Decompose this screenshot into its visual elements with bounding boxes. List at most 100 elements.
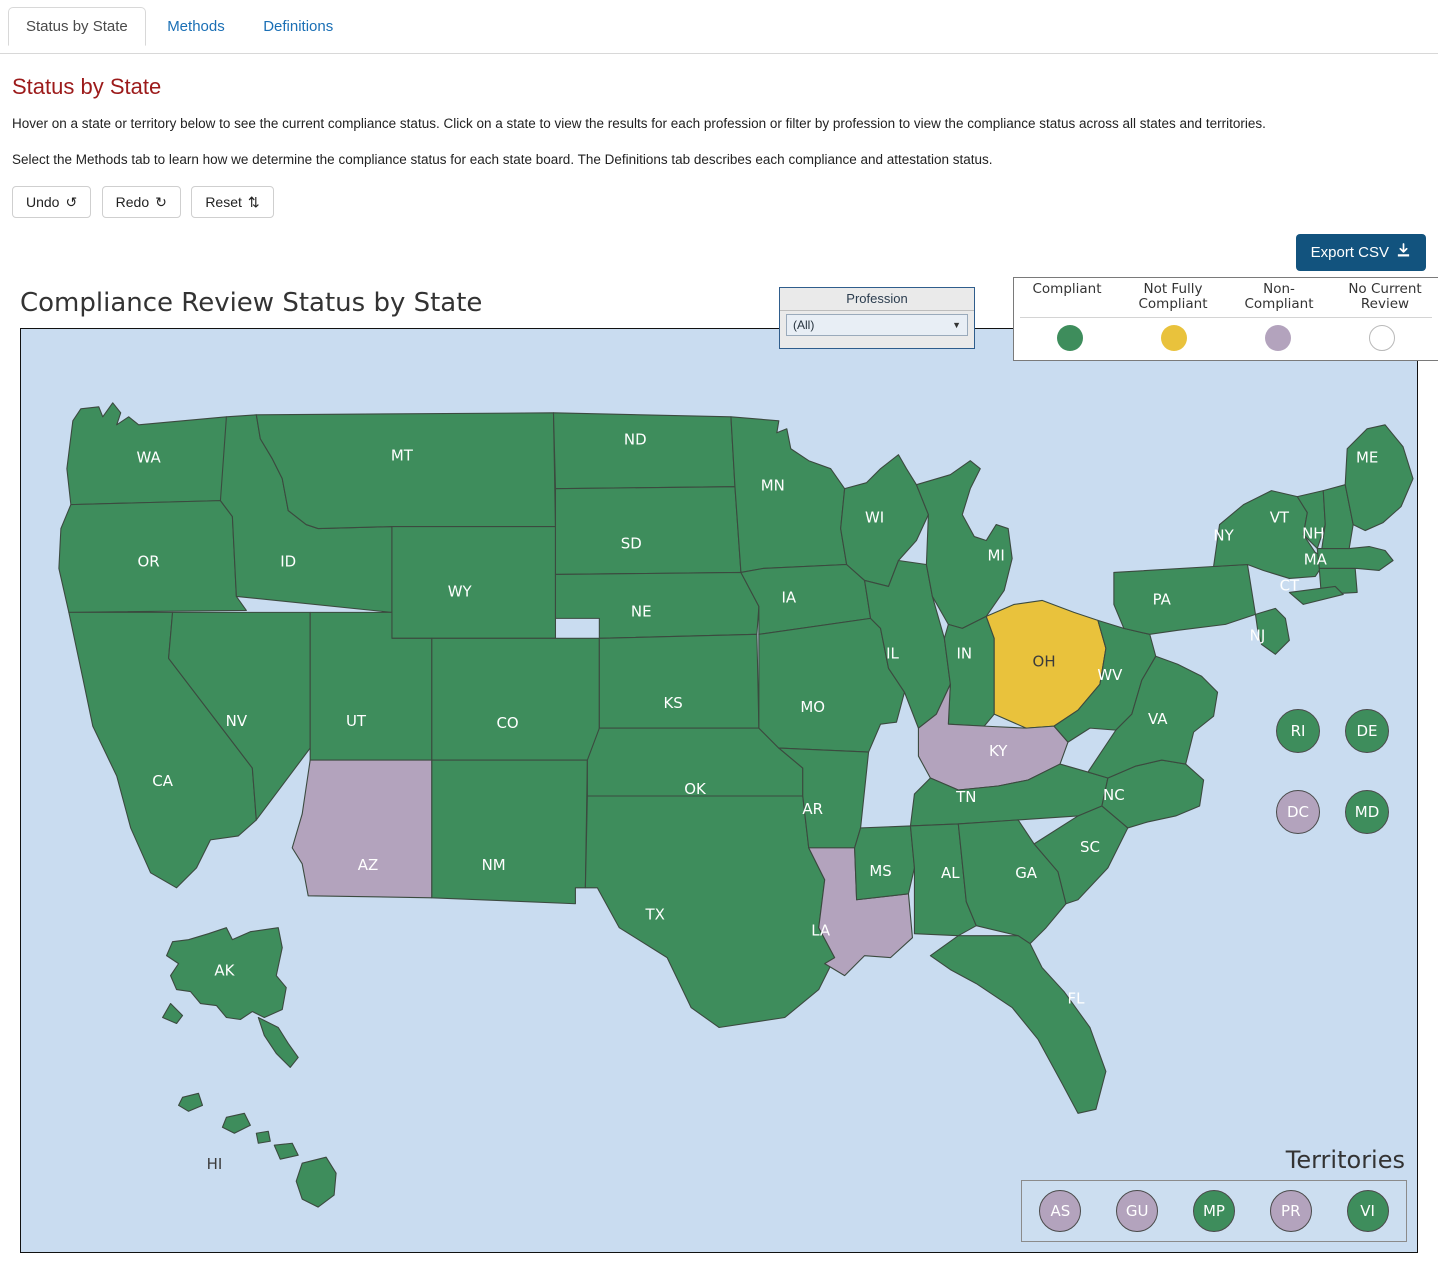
state-label-NJ: NJ (1250, 626, 1266, 644)
state-HI[interactable] (178, 1092, 337, 1208)
state-TX[interactable] (584, 795, 836, 1028)
chevron-down-icon: ▼ (952, 319, 961, 330)
state-KS[interactable] (598, 633, 760, 729)
state-IN[interactable] (943, 615, 995, 727)
state-label-NE: NE (631, 602, 652, 620)
profession-filter-card: Profession (All) ▼ (779, 286, 975, 349)
state-CO[interactable] (431, 637, 600, 761)
legend-label: No Current Review (1348, 280, 1422, 312)
state-MA[interactable] (1316, 545, 1394, 571)
state-label-NM: NM (482, 856, 506, 874)
state-label-KS: KS (663, 694, 682, 712)
state-label-HI: HI (207, 1155, 223, 1173)
us-states-map[interactable]: WA OR CA NV ID MT WY UT AZ CO NM ND SD N… (21, 329, 1417, 1252)
state-label-VT: VT (1270, 508, 1290, 526)
state-ND[interactable] (552, 412, 736, 490)
state-label-CO: CO (497, 714, 519, 732)
state-label-CT: CT (1280, 576, 1300, 594)
legend-swatch-non-compliant (1265, 325, 1291, 352)
state-FL[interactable] (929, 934, 1107, 1114)
state-label-MA: MA (1304, 550, 1328, 568)
undo-arrow-icon: ↺ (65, 193, 78, 210)
reset-button-label: Reset (205, 193, 242, 210)
territories-box: AS GU MP PR VI (1021, 1179, 1407, 1242)
tab-status-by-state[interactable]: Status by State (8, 7, 146, 46)
state-label-AR: AR (802, 800, 823, 818)
state-label-UT: UT (346, 712, 367, 730)
undo-button-label: Undo (26, 193, 60, 210)
reset-button[interactable]: Reset ⇅ (191, 185, 274, 218)
tab-definitions[interactable]: Definitions (246, 8, 350, 45)
state-label-NV: NV (226, 712, 248, 730)
state-label-AZ: AZ (358, 856, 378, 874)
state-circle-RI[interactable]: RI (1276, 708, 1320, 753)
territory-circle-VI[interactable]: VI (1346, 1189, 1389, 1232)
territory-circle-PR[interactable]: PR (1269, 1189, 1312, 1232)
state-label-MO: MO (800, 698, 825, 716)
profession-select[interactable]: (All) ▼ (786, 313, 968, 336)
territory-circle-GU[interactable]: GU (1116, 1189, 1159, 1232)
refresh-icon: ⇅ (247, 193, 260, 210)
territory-circle-MP[interactable]: MP (1192, 1189, 1235, 1232)
export-csv-label: Export CSV (1310, 243, 1389, 261)
state-circle-MD[interactable]: MD (1345, 789, 1389, 834)
state-label-CA: CA (152, 772, 173, 790)
state-label-IL: IL (886, 644, 899, 662)
state-label-MT: MT (391, 447, 414, 465)
state-label-WY: WY (448, 582, 473, 600)
state-AK[interactable] (162, 926, 299, 1068)
state-label-MI: MI (988, 546, 1005, 564)
state-NE[interactable] (554, 571, 760, 639)
state-SD[interactable] (554, 485, 742, 575)
redo-button[interactable]: Redo ↻ (101, 185, 181, 218)
legend-item-no-current-review[interactable]: No Current Review (1332, 278, 1438, 314)
redo-arrow-icon: ↻ (155, 193, 167, 210)
history-button-row: Undo ↺ Redo ↻ Reset ⇅ (12, 185, 1426, 218)
state-label-OK: OK (684, 780, 707, 798)
state-AZ[interactable] (291, 759, 433, 899)
state-label-NY: NY (1213, 526, 1234, 544)
undo-button[interactable]: Undo ↺ (12, 185, 92, 218)
state-label-WA: WA (137, 449, 162, 467)
state-label-GA: GA (1015, 864, 1038, 882)
legend-label: Non-Compliant (1244, 280, 1314, 312)
state-label-OR: OR (138, 552, 160, 570)
state-MT[interactable] (255, 412, 557, 529)
export-csv-button[interactable]: Export CSV (1295, 233, 1426, 271)
state-label-PA: PA (1153, 590, 1172, 608)
territory-circle-AS[interactable]: AS (1039, 1189, 1082, 1232)
legend-item-compliant[interactable]: Compliant (1014, 278, 1120, 314)
state-label-AL: AL (941, 864, 960, 882)
state-label-MN: MN (761, 476, 785, 494)
state-label-OH: OH (1033, 652, 1056, 670)
state-circle-DE[interactable]: DE (1345, 708, 1389, 753)
map-canvas[interactable]: Profession (All) ▼ Compliant Not Fully C… (20, 276, 1438, 1253)
tab-bar: Status by State Methods Definitions (0, 0, 1438, 54)
legend-swatch-not-fully-compliant (1161, 325, 1187, 352)
state-label-WI: WI (865, 508, 884, 526)
legend-swatch-no-current-review (1369, 325, 1395, 352)
state-PA[interactable] (1113, 563, 1257, 635)
state-label-ID: ID (280, 552, 296, 570)
state-MN[interactable] (730, 416, 848, 573)
tab-methods[interactable]: Methods (150, 8, 242, 45)
state-WY[interactable] (391, 525, 557, 639)
legend: Compliant Not Fully Compliant Non-Compli… (1013, 276, 1438, 362)
intro-paragraph-1: Hover on a state or territory below to s… (12, 116, 1266, 131)
profession-filter-header: Profession (780, 288, 974, 311)
state-label-KY: KY (989, 742, 1008, 760)
state-NM[interactable] (431, 759, 588, 905)
state-label-AK: AK (214, 961, 235, 979)
legend-item-non-compliant[interactable]: Non-Compliant (1226, 278, 1332, 314)
state-label-WV: WV (1097, 666, 1123, 684)
download-icon (1396, 242, 1411, 262)
state-label-IN: IN (956, 644, 972, 662)
legend-item-not-fully-compliant[interactable]: Not Fully Compliant (1120, 278, 1226, 314)
profession-select-value: (All) (793, 317, 815, 332)
state-ME[interactable] (1344, 424, 1414, 531)
state-label-VA: VA (1148, 710, 1168, 728)
state-shapes[interactable] (58, 402, 1414, 1208)
legend-label: Not Fully Compliant (1138, 280, 1208, 312)
state-label-IA: IA (781, 588, 796, 606)
state-circle-DC[interactable]: DC (1276, 789, 1320, 834)
